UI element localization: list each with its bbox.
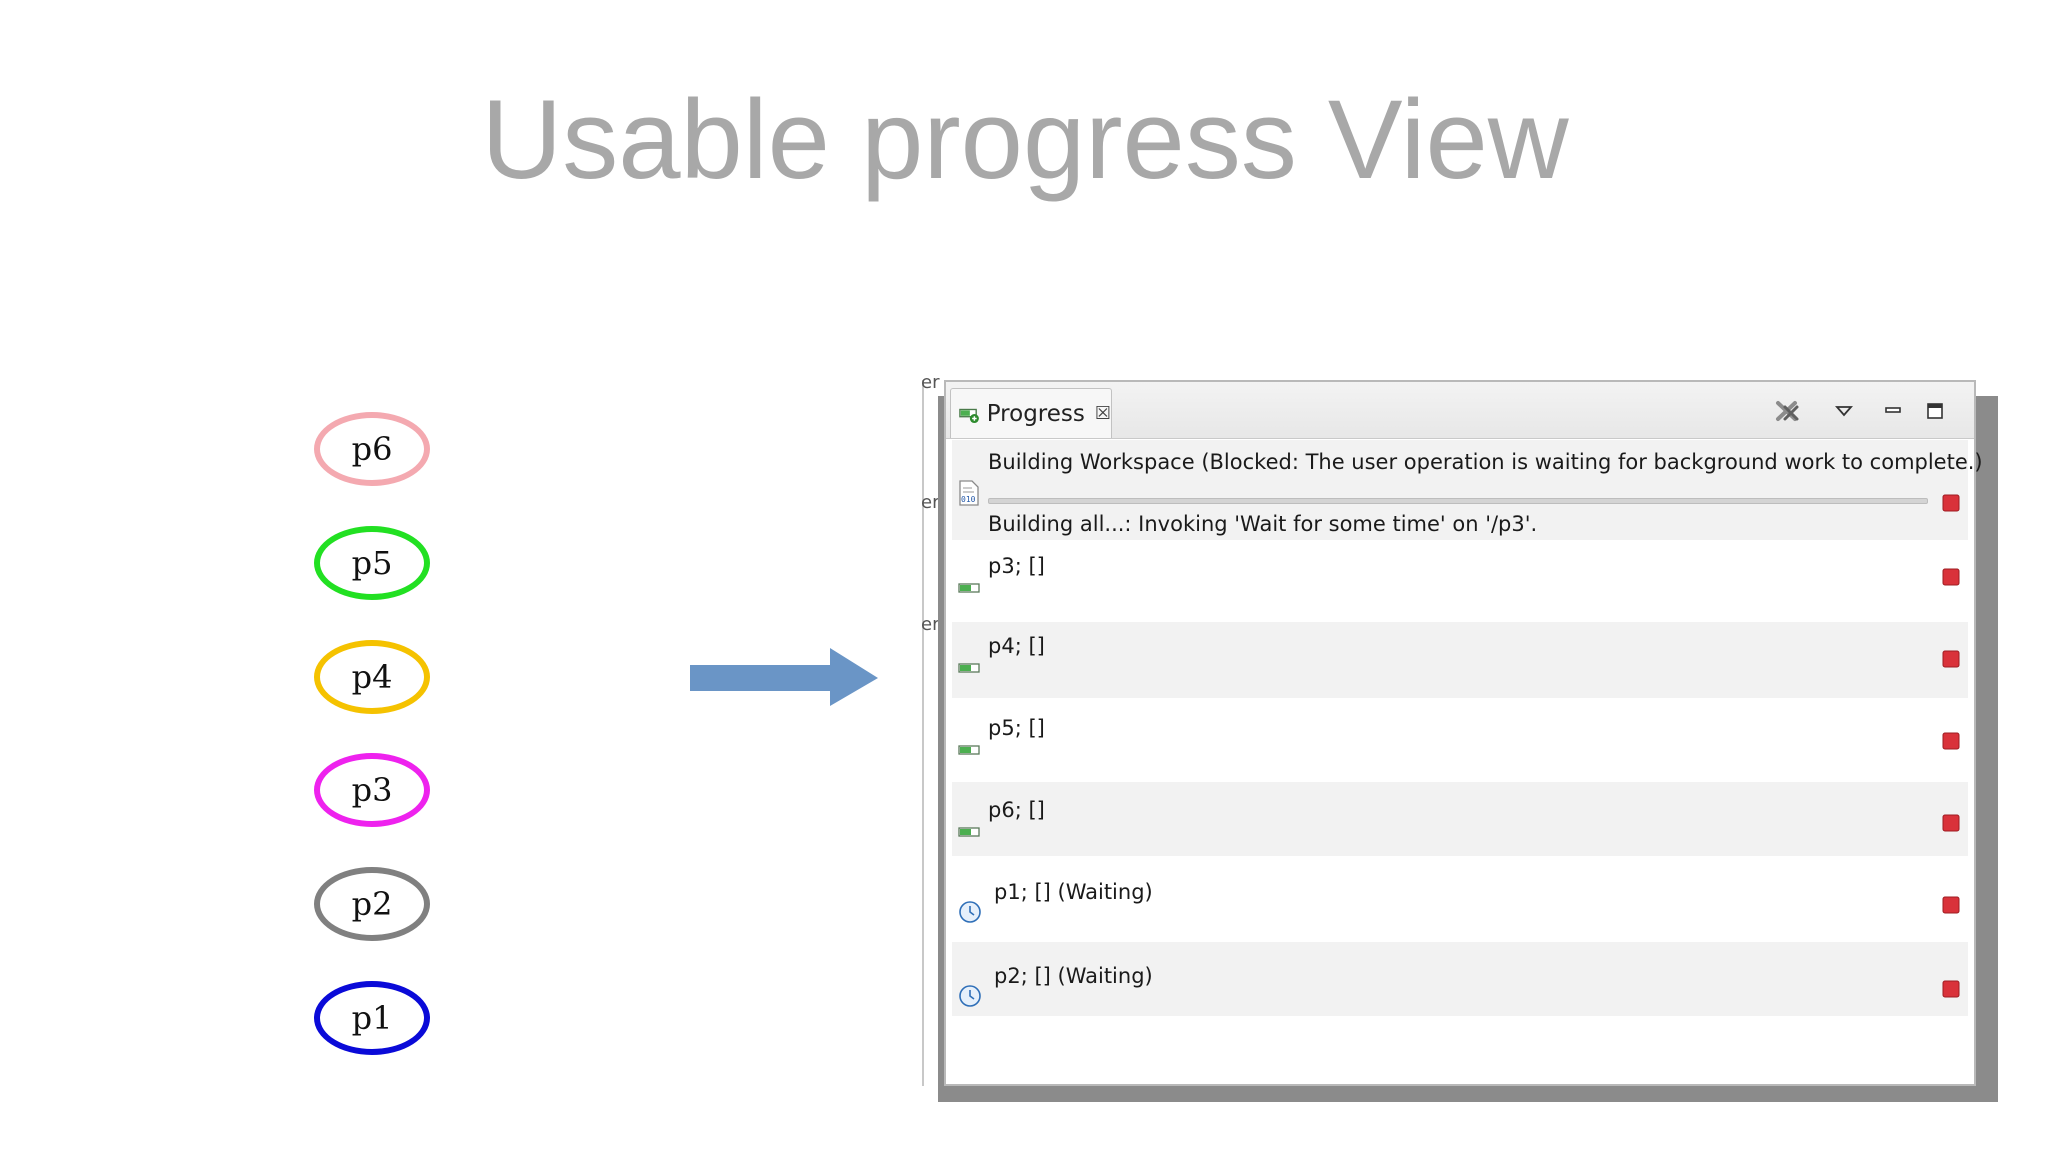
node-label: p6 [351,430,393,468]
tab-progress[interactable]: Progress ☒ [950,388,1112,438]
node-label: p3 [351,771,393,809]
binary-build-icon: 010 [959,480,979,506]
progress-job-icon [958,583,980,593]
progress-job-icon [958,663,980,673]
minimize-icon[interactable] [1878,396,1908,426]
job-label: p1; [] (Waiting) [994,880,1153,904]
clock-icon [959,901,981,923]
remove-all-finished-icon[interactable] [1772,396,1802,426]
progress-view-window: Progress ☒ Building Workspace (Blocked: … [944,380,1983,1086]
node-p1: p1 [314,981,430,1055]
maximize-icon[interactable] [1920,396,1950,426]
svg-text:010: 010 [961,495,976,504]
node-p6: p6 [314,412,430,486]
node-label: p1 [351,999,393,1037]
job-row[interactable]: p3; [] [952,540,1968,622]
node-label: p4 [351,658,393,696]
background-text-fragment: er [921,372,940,393]
node-label: p2 [351,885,393,923]
job-building-workspace[interactable]: Building Workspace (Blocked: The user op… [952,440,1983,540]
progress-bar [988,498,1928,504]
job-title: Building Workspace (Blocked: The user op… [988,450,1983,474]
node-p3: p3 [314,753,430,827]
close-icon[interactable]: ☒ [1095,403,1111,424]
job-row[interactable]: p1; [] (Waiting) [952,856,1968,942]
node-label: p5 [351,544,393,582]
node-p2: p2 [314,867,430,941]
stop-icon[interactable] [1942,494,1960,512]
job-label: p4; [] [988,634,1045,658]
right-arrow-icon [690,648,878,706]
stop-icon[interactable] [1942,980,1960,998]
background-text-fragment: er [921,614,940,635]
job-row[interactable]: p2; [] (Waiting) [952,942,1968,1016]
job-label: p3; [] [988,554,1045,578]
view-tab-bar: Progress ☒ [946,382,1974,439]
job-label: p2; [] (Waiting) [994,964,1153,988]
stop-icon[interactable] [1942,650,1960,668]
stop-icon[interactable] [1942,568,1960,586]
clock-icon [959,985,981,1007]
progress-job-icon [958,745,980,755]
progress-job-icon [958,827,980,837]
job-row[interactable]: p5; [] [952,698,1968,782]
background-text-fragment: er [921,492,940,513]
stop-icon[interactable] [1942,814,1960,832]
node-p4: p4 [314,640,430,714]
slide-title: Usable progress View [481,77,1569,202]
job-row[interactable]: p6; [] [952,782,1968,856]
node-p5: p5 [314,526,430,600]
job-subtask: Building all...: Invoking 'Wait for some… [988,512,1538,536]
job-label: p6; [] [988,798,1045,822]
stop-icon[interactable] [1942,896,1960,914]
view-menu-icon[interactable] [1829,396,1859,426]
progress-view-icon [959,408,979,423]
job-row[interactable]: p4; [] [952,622,1968,698]
job-label: p5; [] [988,716,1045,740]
tab-label: Progress [986,400,1085,427]
stop-icon[interactable] [1942,732,1960,750]
